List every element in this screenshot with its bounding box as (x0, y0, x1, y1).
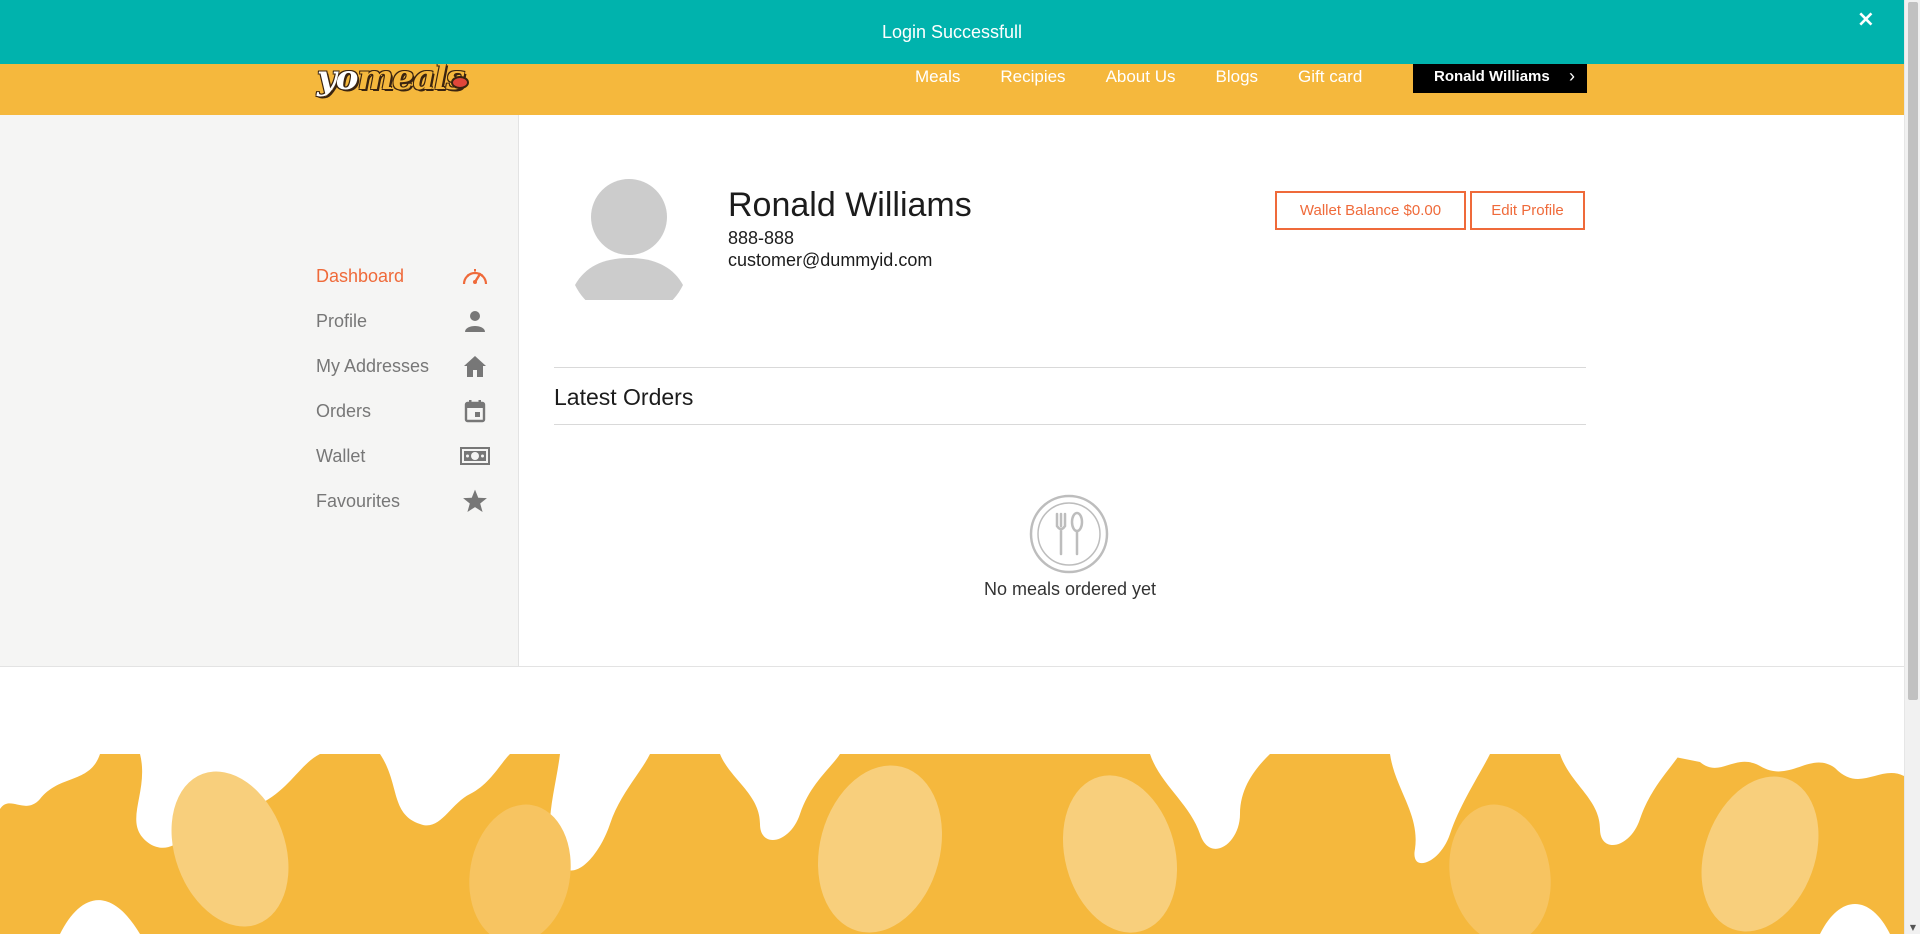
content-divider (0, 666, 1904, 667)
nav-link-blogs[interactable]: Blogs (1216, 67, 1259, 87)
user-menu-button[interactable]: Ronald Williams › (1413, 60, 1587, 93)
close-icon[interactable]: × (1857, 6, 1875, 34)
login-success-toast: Login Successfull × (0, 0, 1904, 64)
scrollbar-thumb[interactable] (1908, 2, 1918, 700)
sidebar-item-orders[interactable]: Orders (316, 396, 490, 426)
sidebar-item-profile[interactable]: Profile (316, 306, 490, 336)
latest-orders-heading: Latest Orders (554, 384, 694, 410)
dashboard-sidebar: Dashboard Profile My Addresses Orders Wa… (0, 115, 519, 667)
profile-phone: 888-888 (728, 228, 795, 248)
speedometer-icon (460, 261, 490, 291)
sidebar-item-my-addresses[interactable]: My Addresses (316, 351, 490, 381)
footer-vegetable-art (0, 754, 1904, 934)
home-icon (460, 351, 490, 381)
user-icon (460, 306, 490, 336)
empty-orders-message: No meals ordered yet (983, 579, 1157, 599)
sidebar-item-label: Favourites (316, 490, 401, 511)
sidebar-item-label: My Addresses (316, 355, 430, 376)
sidebar-item-wallet[interactable]: Wallet (316, 441, 490, 471)
nav-link-recipies[interactable]: Recipies (1000, 67, 1065, 87)
avatar (569, 172, 689, 319)
nav-link-meals[interactable]: Meals (915, 67, 960, 87)
toast-message: Login Successfull (881, 21, 1023, 42)
page-scrollbar[interactable]: ▲ ▼ (1904, 0, 1920, 934)
sidebar-item-label: Profile (316, 310, 368, 331)
money-icon (460, 441, 490, 471)
wallet-balance-button[interactable]: Wallet Balance $0.00 (1275, 191, 1466, 230)
nav-link-about-us[interactable]: About Us (1106, 67, 1176, 87)
sidebar-item-favourites[interactable]: Favourites (316, 486, 490, 516)
calendar-icon (460, 396, 490, 426)
edit-profile-button[interactable]: Edit Profile (1470, 191, 1585, 230)
sidebar-item-dashboard[interactable]: Dashboard (316, 261, 490, 291)
sidebar-item-label: Dashboard (316, 265, 405, 286)
yomeals-logo[interactable]: yomeals (315, 56, 475, 112)
cutlery-icon (1029, 494, 1109, 574)
sidebar-item-label: Orders (316, 400, 372, 421)
logo-chili-icon (451, 76, 469, 89)
main-nav: Meals Recipies About Us Blogs Gift card (915, 60, 1402, 94)
star-icon (460, 486, 490, 516)
divider (554, 367, 1586, 368)
profile-name: Ronald Williams (728, 186, 972, 224)
profile-email: customer@dummyid.com (728, 250, 933, 270)
logo-wordmark: yomeals (317, 58, 465, 98)
chevron-right-icon: › (1569, 66, 1575, 86)
divider (554, 424, 1586, 425)
user-menu-label: Ronald Williams (1434, 68, 1550, 85)
scroll-down-icon[interactable]: ▼ (1907, 923, 1919, 933)
sidebar-item-label: Wallet (316, 445, 366, 466)
nav-link-gift-card[interactable]: Gift card (1298, 67, 1362, 87)
